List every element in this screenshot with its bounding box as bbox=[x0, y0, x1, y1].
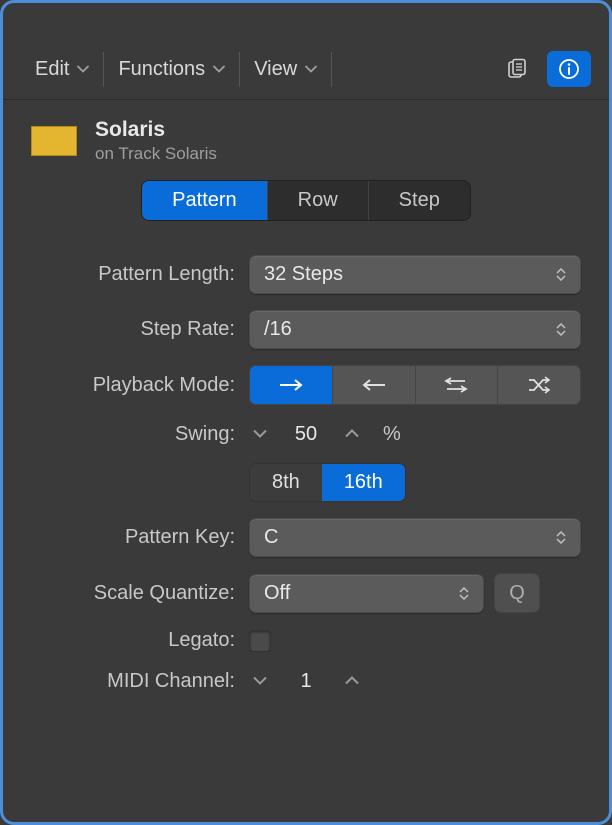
pingpong-icon bbox=[443, 375, 469, 395]
view-menu[interactable]: View bbox=[240, 52, 332, 87]
pattern-key-value: C bbox=[264, 526, 278, 549]
functions-menu[interactable]: Functions bbox=[104, 52, 240, 87]
swing-stepper[interactable]: 50 bbox=[249, 421, 363, 447]
swing-label: Swing: bbox=[31, 423, 249, 446]
notepad-icon bbox=[506, 58, 528, 80]
playback-random-button[interactable] bbox=[498, 366, 580, 404]
tab-step[interactable]: Step bbox=[369, 181, 470, 220]
midi-channel-value: 1 bbox=[289, 670, 323, 693]
toolbar: Edit Functions View bbox=[3, 43, 609, 100]
playback-mode-segmented bbox=[249, 365, 581, 405]
swing-decrement[interactable] bbox=[249, 421, 271, 447]
midi-channel-decrement[interactable] bbox=[249, 668, 271, 694]
updown-icon bbox=[556, 531, 566, 544]
chevron-up-icon bbox=[345, 676, 359, 685]
info-button[interactable] bbox=[547, 51, 591, 87]
swing-value: 50 bbox=[289, 423, 323, 446]
pattern-region-icon bbox=[31, 126, 77, 156]
arrow-left-icon bbox=[361, 377, 387, 393]
pattern-length-value: 32 Steps bbox=[264, 263, 343, 286]
quantize-button[interactable]: Q bbox=[494, 573, 540, 613]
updown-icon bbox=[556, 323, 566, 336]
playback-forward-button[interactable] bbox=[250, 366, 333, 404]
updown-icon bbox=[459, 587, 469, 600]
functions-menu-label: Functions bbox=[118, 58, 205, 81]
legato-label: Legato: bbox=[31, 629, 249, 652]
scale-quantize-select[interactable]: Off bbox=[249, 574, 484, 613]
region-title: Solaris bbox=[95, 118, 217, 142]
midi-channel-stepper[interactable]: 1 bbox=[249, 668, 363, 694]
pattern-key-label: Pattern Key: bbox=[31, 526, 249, 549]
swing-suffix: % bbox=[383, 423, 401, 446]
tab-pattern[interactable]: Pattern bbox=[142, 181, 267, 220]
edit-menu-label: Edit bbox=[35, 58, 69, 81]
legato-checkbox[interactable] bbox=[249, 630, 271, 652]
swing-resolution-segmented: 8th 16th bbox=[249, 463, 406, 502]
updown-icon bbox=[556, 268, 566, 281]
tab-row[interactable]: Row bbox=[268, 181, 369, 220]
scale-quantize-value: Off bbox=[264, 582, 290, 605]
edit-menu[interactable]: Edit bbox=[21, 52, 104, 87]
chevron-down-icon bbox=[253, 676, 267, 685]
swing-16th-button[interactable]: 16th bbox=[322, 464, 405, 501]
playback-pingpong-button[interactable] bbox=[416, 366, 499, 404]
chevron-down-icon bbox=[305, 65, 317, 73]
info-icon bbox=[558, 58, 580, 80]
catch-button[interactable] bbox=[495, 51, 539, 87]
pattern-length-select[interactable]: 32 Steps bbox=[249, 255, 581, 294]
chevron-up-icon bbox=[345, 429, 359, 438]
chevron-down-icon bbox=[77, 65, 89, 73]
region-header: Solaris on Track Solaris bbox=[3, 100, 609, 172]
title-block: Solaris on Track Solaris bbox=[95, 118, 217, 164]
scale-quantize-label: Scale Quantize: bbox=[31, 582, 249, 605]
swing-increment[interactable] bbox=[341, 421, 363, 447]
step-rate-label: Step Rate: bbox=[31, 318, 249, 341]
playback-mode-label: Playback Mode: bbox=[31, 374, 249, 397]
shuffle-icon bbox=[526, 375, 552, 395]
pattern-key-select[interactable]: C bbox=[249, 518, 581, 557]
chevron-down-icon bbox=[213, 65, 225, 73]
step-rate-value: /16 bbox=[264, 318, 292, 341]
scope-segmented: Pattern Row Step bbox=[141, 180, 471, 221]
step-rate-select[interactable]: /16 bbox=[249, 310, 581, 349]
swing-8th-button[interactable]: 8th bbox=[250, 464, 322, 501]
arrow-right-icon bbox=[278, 377, 304, 393]
pattern-length-label: Pattern Length: bbox=[31, 263, 249, 286]
inspector-window: Edit Functions View bbox=[0, 0, 612, 825]
playback-backward-button[interactable] bbox=[333, 366, 416, 404]
view-menu-label: View bbox=[254, 58, 297, 81]
midi-channel-increment[interactable] bbox=[341, 668, 363, 694]
chevron-down-icon bbox=[253, 429, 267, 438]
region-subtitle: on Track Solaris bbox=[95, 144, 217, 164]
midi-channel-label: MIDI Channel: bbox=[31, 670, 249, 693]
settings-panel: Pattern Length: 32 Steps Step Rate: /16 bbox=[3, 225, 609, 694]
